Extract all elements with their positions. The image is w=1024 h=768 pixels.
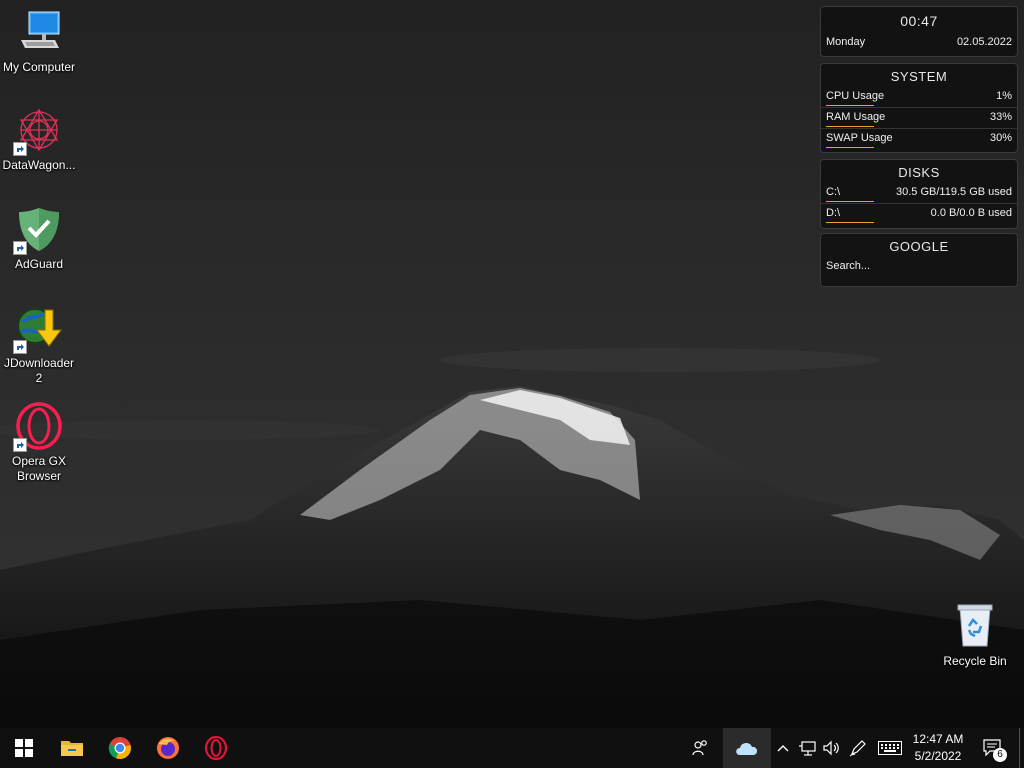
shortcut-arrow-icon xyxy=(13,340,27,354)
chrome-icon xyxy=(108,737,131,760)
opera-button[interactable] xyxy=(192,728,240,768)
google-widget: GOOGLE Search... xyxy=(820,233,1018,287)
disk-d-row: D:\ 0.0 B/0.0 B used xyxy=(821,204,1017,224)
clock-widget: 00:47 Monday 02.05.2022 xyxy=(820,6,1018,57)
clock-time: 00:47 xyxy=(900,13,938,29)
shortcut-arrow-icon xyxy=(13,241,27,255)
disk-d-label: D:\ xyxy=(826,207,841,219)
google-search-input[interactable]: Search... xyxy=(821,257,1017,277)
system-title: SYSTEM xyxy=(890,69,948,84)
touch-keyboard-button[interactable] xyxy=(874,728,906,768)
cloud-icon xyxy=(736,742,758,755)
cpu-usage-bar xyxy=(826,105,874,106)
jdownloader-icon xyxy=(13,304,63,354)
disk-c-value: 30.5 GB/119.5 GB used xyxy=(896,186,1012,198)
ram-usage-label: RAM Usage xyxy=(826,111,886,123)
speaker-icon xyxy=(823,740,839,756)
google-search-placeholder: Search... xyxy=(826,260,871,272)
taskbar xyxy=(0,728,1024,768)
taskbar-clock[interactable]: 12:47 AM 5/2/2022 xyxy=(906,731,970,765)
disks-title: DISKS xyxy=(898,165,940,180)
desktop-icon-opera-gx[interactable]: Opera GX Browser xyxy=(0,402,78,484)
desktop-icon-recycle-bin[interactable]: Recycle Bin xyxy=(936,602,1014,669)
cpu-usage-row: CPU Usage 1% xyxy=(821,87,1017,108)
firefox-icon xyxy=(157,737,179,759)
ram-usage-bar xyxy=(826,126,874,127)
opera-gx-icon xyxy=(13,402,63,452)
swap-usage-label: SWAP Usage xyxy=(826,132,893,144)
network-button[interactable] xyxy=(795,728,819,768)
disk-d-bar xyxy=(826,222,874,223)
desktop-icon-label: DataWagon... xyxy=(2,158,76,172)
windows-start-icon xyxy=(15,739,33,757)
disk-c-bar xyxy=(826,201,874,202)
desktop-icon-my-computer[interactable]: My Computer xyxy=(0,8,78,75)
ram-usage-value: 33% xyxy=(989,111,1012,123)
show-desktop-button[interactable] xyxy=(1019,728,1024,768)
desktop-icon-label: JDownloader 2 xyxy=(4,356,75,385)
file-explorer-button[interactable] xyxy=(48,728,96,768)
cpu-usage-value: 1% xyxy=(996,90,1012,102)
notification-count-badge: 6 xyxy=(993,748,1007,762)
swap-usage-row: SWAP Usage 30% xyxy=(821,129,1017,149)
action-center-button[interactable]: 6 xyxy=(976,728,1010,768)
pen-icon xyxy=(849,740,866,757)
swap-usage-bar xyxy=(826,147,874,148)
disk-c-label: C:\ xyxy=(826,186,841,198)
chrome-button[interactable] xyxy=(96,728,144,768)
pen-workspace-button[interactable] xyxy=(846,728,870,768)
volume-button[interactable] xyxy=(820,728,844,768)
firefox-button[interactable] xyxy=(144,728,192,768)
show-hidden-icons-button[interactable] xyxy=(774,728,792,768)
network-icon xyxy=(799,741,816,756)
recycle-bin-icon xyxy=(951,602,999,650)
file-explorer-icon xyxy=(61,741,83,756)
swap-usage-value: 30% xyxy=(989,132,1012,144)
computer-icon xyxy=(15,8,63,56)
clock-date: 02.05.2022 xyxy=(956,36,1012,48)
desktop-icon-jdownloader[interactable]: JDownloader 2 xyxy=(0,304,78,386)
keyboard-icon xyxy=(878,741,902,755)
taskbar-date: 5/2/2022 xyxy=(914,749,962,763)
disk-d-value: 0.0 B/0.0 B used xyxy=(930,207,1012,219)
google-title: GOOGLE xyxy=(889,239,949,254)
desktop-icon-datawagon[interactable]: DataWagon... xyxy=(0,106,78,173)
shortcut-arrow-icon xyxy=(13,438,27,452)
desktop-icon-label: Recycle Bin xyxy=(943,654,1007,668)
taskbar-time: 12:47 AM xyxy=(912,732,964,746)
disks-widget: DISKS C:\ 30.5 GB/119.5 GB used D:\ 0.0 … xyxy=(820,159,1018,229)
datawagon-icon xyxy=(13,106,63,156)
desktop-icon-label: My Computer xyxy=(2,60,76,74)
opera-icon xyxy=(204,736,228,760)
desktop-icon-label: Opera GX Browser xyxy=(11,454,67,483)
clock-day: Monday xyxy=(826,36,866,48)
shortcut-arrow-icon xyxy=(13,142,27,156)
onedrive-button[interactable] xyxy=(723,728,771,768)
chevron-up-icon xyxy=(777,745,789,752)
people-icon xyxy=(692,740,707,756)
people-button[interactable] xyxy=(680,728,720,768)
ram-usage-row: RAM Usage 33% xyxy=(821,108,1017,129)
disk-c-row: C:\ 30.5 GB/119.5 GB used xyxy=(821,183,1017,204)
cpu-usage-label: CPU Usage xyxy=(826,90,885,102)
desktop-icon-label: AdGuard xyxy=(14,257,64,271)
start-button[interactable] xyxy=(0,728,48,768)
system-widget: SYSTEM CPU Usage 1% RAM Usage 33% SWAP U… xyxy=(820,63,1018,153)
adguard-shield-icon xyxy=(13,205,63,255)
desktop-icon-adguard[interactable]: AdGuard xyxy=(0,205,78,272)
